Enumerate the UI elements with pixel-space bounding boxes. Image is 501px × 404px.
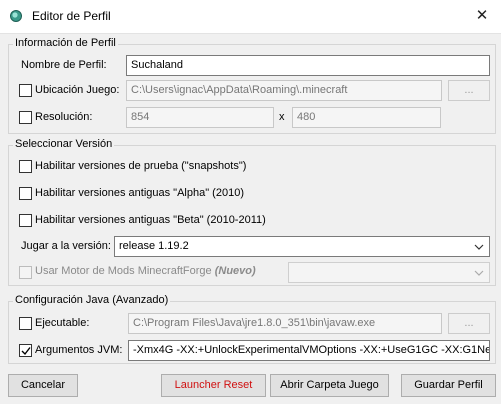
chevron-down-icon [474,242,484,252]
profile-name-label: Nombre de Perfil: [21,59,107,71]
resolution-checkbox[interactable] [19,111,32,124]
snapshots-checkbox[interactable] [19,160,32,173]
jvm-args-input[interactable]: -Xmx4G -XX:+UnlockExperimentalVMOptions … [128,340,490,361]
jvm-args-label: Argumentos JVM: [35,344,123,356]
snapshots-label[interactable]: Habilitar versiones de prueba ("snapshot… [35,160,246,172]
java-config-title: Configuración Java (Avanzado) [13,294,171,306]
open-game-folder-button[interactable]: Abrir Carpeta Juego [270,374,389,397]
version-dropdown[interactable]: release 1.19.2 [114,236,490,257]
chevron-down-icon [474,268,484,278]
executable-checkbox[interactable] [19,317,32,330]
executable-browse-button[interactable]: ... [448,313,490,334]
forge-checkbox[interactable] [19,266,32,279]
alpha-label[interactable]: Habilitar versiones antiguas "Alpha" (20… [35,187,244,199]
play-version-label: Jugar a la versión: [21,240,111,252]
checkmark-icon [21,347,31,356]
resolution-label: Resolución: [35,111,93,123]
location-browse-button[interactable]: ... [448,80,490,101]
location-checkbox[interactable] [19,84,32,97]
forge-label-new: (Nuevo) [214,265,256,277]
close-icon[interactable]: ✕ [471,6,493,26]
resolution-width-input[interactable]: 854 [126,107,274,128]
version-dropdown-value: release 1.19.2 [119,240,189,252]
jvm-args-checkbox[interactable] [19,344,32,357]
alpha-checkbox[interactable] [19,187,32,200]
title-bar: Editor de Perfil ✕ [0,0,501,34]
forge-label: Usar Motor de Mods MinecraftForge (Nuevo… [35,265,256,277]
save-profile-button[interactable]: Guardar Perfil [401,374,496,397]
resolution-x-label: x [279,111,285,123]
location-input[interactable]: C:\Users\ignac\AppData\Roaming\.minecraf… [126,80,442,101]
profile-name-input[interactable]: Suchaland [126,55,490,76]
forge-dropdown[interactable] [288,262,490,283]
minecraft-launcher-icon [10,10,22,22]
version-group-title: Seleccionar Versión [13,138,115,150]
cancel-button[interactable]: Cancelar [8,374,78,397]
beta-checkbox[interactable] [19,214,32,227]
profile-info-title: Información de Perfil [13,37,118,49]
executable-label: Ejecutable: [35,317,90,329]
resolution-height-input[interactable]: 480 [292,107,441,128]
location-label: Ubicación Juego: [35,84,120,96]
beta-label[interactable]: Habilitar versiones antiguas "Beta" (201… [35,214,266,226]
forge-label-text: Usar Motor de Mods MinecraftForge [35,265,212,277]
launcher-reset-button[interactable]: Launcher Reset [161,374,266,397]
executable-input[interactable]: C:\Program Files\Java\jre1.8.0_351\bin\j… [128,313,442,334]
window-title: Editor de Perfil [32,9,111,23]
